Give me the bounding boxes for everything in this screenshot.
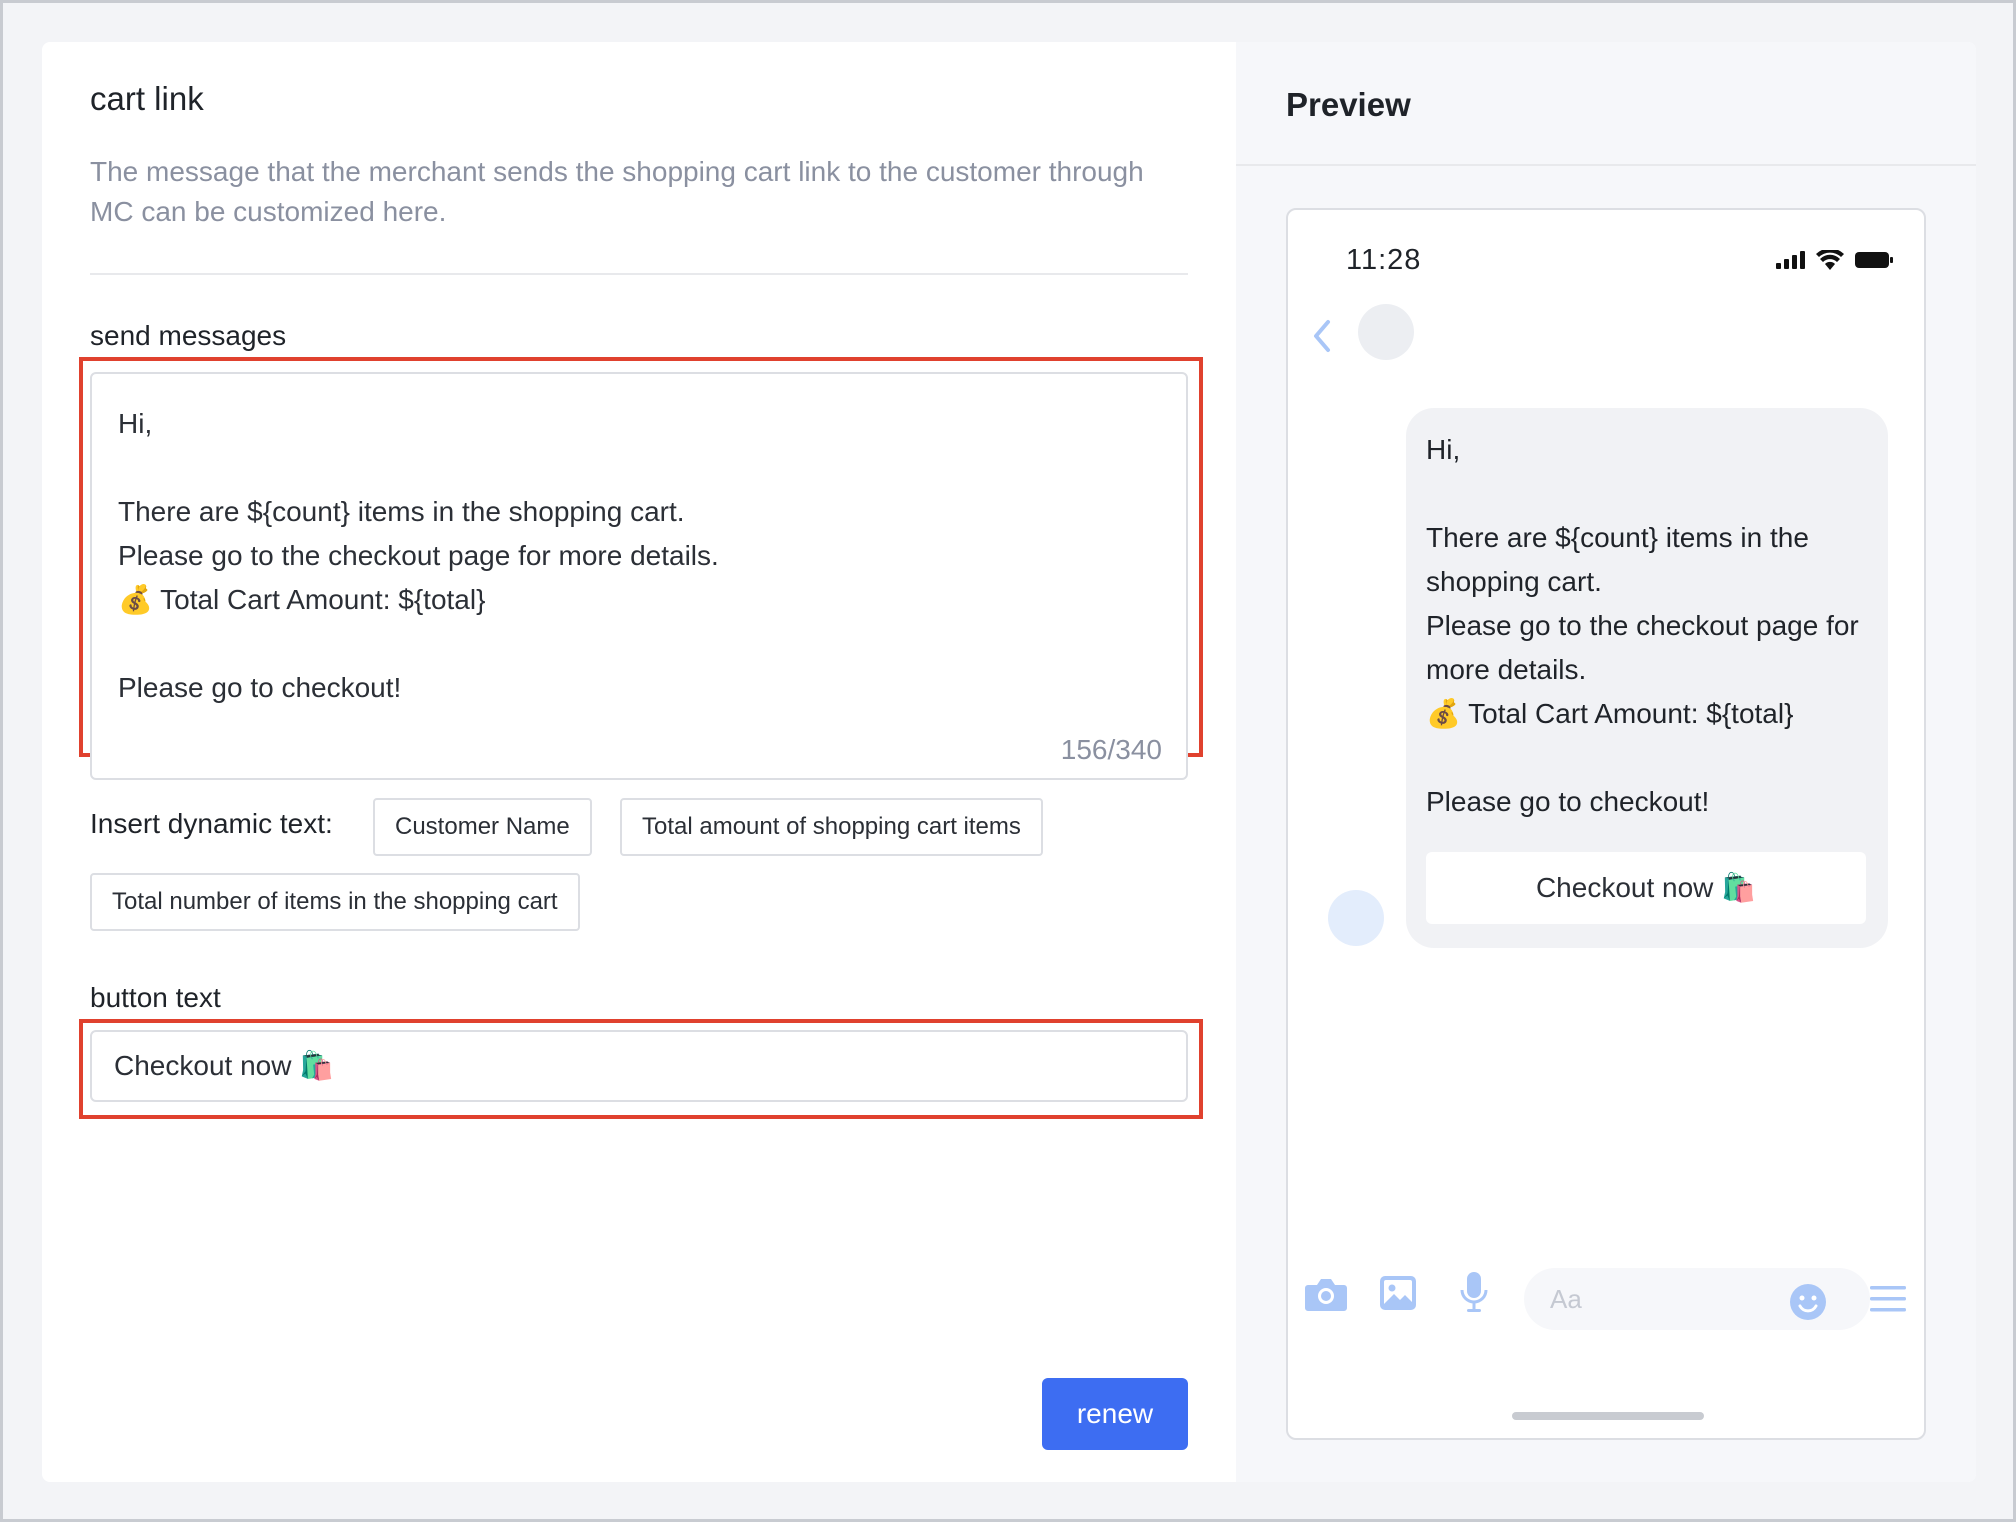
smile-icon[interactable] bbox=[1788, 1282, 1828, 1322]
checkout-button-preview[interactable]: Checkout now 🛍️ bbox=[1426, 852, 1866, 924]
message-line bbox=[118, 622, 1158, 666]
signal-icon bbox=[1776, 251, 1805, 269]
bubble-line: Hi, bbox=[1426, 434, 1461, 465]
bubble-line: Please go to checkout! bbox=[1426, 786, 1710, 817]
wifi-icon bbox=[1816, 250, 1844, 270]
avatar bbox=[1328, 890, 1384, 946]
message-text: Hi, There are ${count} items in the shop… bbox=[118, 402, 1158, 710]
page-title: cart link bbox=[90, 80, 204, 117]
back-icon[interactable] bbox=[1310, 318, 1334, 354]
settings-card: cart link The message that the merchant … bbox=[42, 42, 1976, 1482]
insert-dynamic-text-label: Insert dynamic text: bbox=[90, 808, 333, 839]
home-indicator bbox=[1512, 1412, 1704, 1420]
message-line: There are ${count} items in the shopping… bbox=[118, 496, 685, 527]
message-line: Hi, bbox=[118, 408, 153, 439]
renew-button[interactable]: renew bbox=[1042, 1378, 1188, 1450]
message-line bbox=[118, 446, 1158, 490]
camera-icon[interactable] bbox=[1304, 1276, 1348, 1312]
preview-title: Preview bbox=[1286, 86, 1411, 123]
button-text-label: button text bbox=[90, 982, 221, 1013]
send-messages-label: send messages bbox=[90, 320, 287, 351]
phone-mockup: 11:28 Hi, There are ${count} items in th… bbox=[1286, 208, 1926, 1440]
bubble-line: There are ${count} items in the shopping… bbox=[1426, 522, 1809, 597]
preview-header: Preview bbox=[1236, 42, 1976, 166]
message-line: Please go to the checkout page for more … bbox=[118, 540, 719, 571]
chip-customer-name[interactable]: Customer Name bbox=[373, 798, 592, 856]
button-text-input[interactable]: Checkout now 🛍️ bbox=[90, 1030, 1188, 1102]
message-bubble: Hi, There are ${count} items in the shop… bbox=[1406, 408, 1888, 948]
chip-total-items[interactable]: Total number of items in the shopping ca… bbox=[90, 873, 580, 931]
divider bbox=[90, 273, 1188, 275]
bubble-text: Hi, There are ${count} items in the shop… bbox=[1426, 428, 1886, 824]
chip-total-amount[interactable]: Total amount of shopping cart items bbox=[620, 798, 1043, 856]
status-icons bbox=[1776, 250, 1894, 270]
message-line: Please go to checkout! bbox=[118, 672, 402, 703]
char-counter: 156/340 bbox=[1060, 734, 1162, 765]
bubble-line: 💰 Total Cart Amount: ${total} bbox=[1426, 698, 1794, 729]
message-line: 💰 Total Cart Amount: ${total} bbox=[118, 584, 486, 615]
page-description: The message that the merchant sends the … bbox=[90, 156, 1144, 227]
editor-panel: cart link The message that the merchant … bbox=[42, 42, 1236, 1482]
avatar bbox=[1358, 304, 1414, 360]
bubble-line: Please go to the checkout page for more … bbox=[1426, 610, 1859, 685]
status-time: 11:28 bbox=[1346, 244, 1422, 276]
message-textarea[interactable]: Hi, There are ${count} items in the shop… bbox=[90, 372, 1188, 780]
menu-icon[interactable] bbox=[1868, 1284, 1908, 1314]
battery-icon bbox=[1855, 252, 1893, 268]
bubble-line bbox=[1426, 736, 1886, 780]
preview-panel: Preview 11:28 Hi, There are ${count} ite… bbox=[1236, 42, 1976, 1482]
mic-icon[interactable] bbox=[1458, 1270, 1490, 1314]
bubble-line bbox=[1426, 472, 1886, 516]
image-icon[interactable] bbox=[1378, 1274, 1418, 1312]
